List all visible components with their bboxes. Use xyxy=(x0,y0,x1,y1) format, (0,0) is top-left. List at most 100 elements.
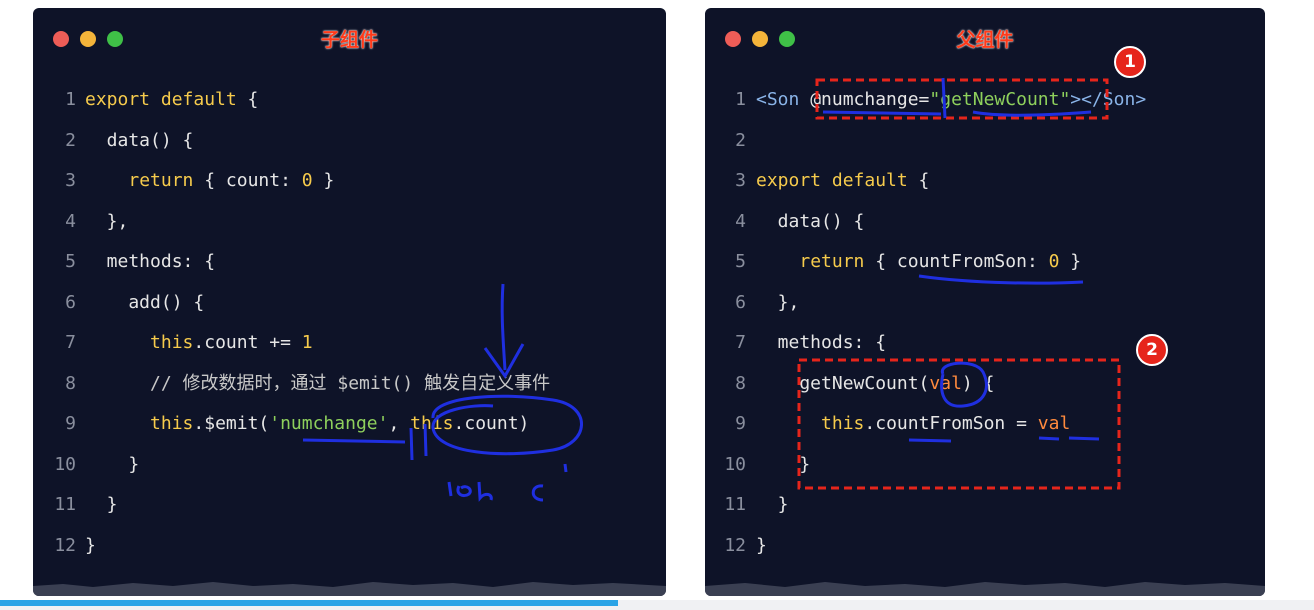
video-progress-bar[interactable] xyxy=(0,600,1314,610)
code-token: { countFromSon: xyxy=(864,251,1049,272)
line-number: 10 xyxy=(724,453,746,475)
code-line: 11 } xyxy=(705,485,1265,526)
line-number: 10 xyxy=(54,453,76,475)
code-line: 7 this.count += 1 xyxy=(33,323,666,364)
line-number: 2 xyxy=(65,129,76,151)
code-line: 2 data() { xyxy=(33,121,666,162)
decorative-wave xyxy=(33,582,666,596)
code-token: // 修改数据时，通过 $emit() 触发自定义事件 xyxy=(85,372,551,394)
code-line: 9 this.countFromSon = val xyxy=(705,404,1265,445)
parent-component-panel: 父组件 1 <Son @numchange="getNewCount"></Son… xyxy=(705,8,1265,596)
line-number: 9 xyxy=(735,413,746,434)
code-line: 1 <Son @numchange="getNewCount"></Son> xyxy=(705,80,1265,121)
code-token: 0 xyxy=(301,170,313,191)
line-number: 4 xyxy=(735,210,746,232)
line-number: 4 xyxy=(65,210,76,232)
code-token: @numchange= xyxy=(810,89,930,110)
code-token: , xyxy=(388,413,411,434)
decorative-wave xyxy=(705,582,1265,596)
code-token: return xyxy=(128,170,194,191)
code-block: 1 export default {2 data() {3 return { co… xyxy=(33,80,666,566)
code-token: add() { xyxy=(85,291,205,313)
code-line: 10 } xyxy=(705,445,1265,486)
code-token: { count: xyxy=(193,170,302,191)
line-number: 12 xyxy=(54,534,76,556)
code-token: } xyxy=(756,453,811,475)
line-number: 2 xyxy=(735,129,746,151)
code-line: 6 add() { xyxy=(33,283,666,324)
code-token: "getNewCount" xyxy=(929,89,1071,110)
code-token: <Son xyxy=(756,89,811,110)
callout-badge-1: 1 xyxy=(1114,46,1146,78)
code-token: data() { xyxy=(756,210,865,232)
code-token: { xyxy=(236,89,259,110)
video-progress-fill xyxy=(0,600,618,606)
code-token: methods: { xyxy=(85,251,216,272)
code-line: 4 }, xyxy=(33,202,666,243)
line-number: 7 xyxy=(65,332,76,353)
code-token: 'numchange' xyxy=(269,413,389,434)
line-number: 7 xyxy=(735,332,746,353)
code-token: } xyxy=(756,534,767,556)
code-token: }, xyxy=(756,291,800,313)
code-line: 10 } xyxy=(33,445,666,486)
panel-title: 父组件 xyxy=(956,29,1014,51)
code-token: ></Son> xyxy=(1070,89,1147,110)
line-number: 3 xyxy=(65,170,76,191)
line-number: 5 xyxy=(735,251,746,272)
code-token: methods: { xyxy=(756,332,887,353)
line-number: 5 xyxy=(65,251,76,272)
code-line: 7 methods: { xyxy=(705,323,1265,364)
code-token: .count) xyxy=(453,413,530,434)
code-token: export default xyxy=(756,170,908,191)
code-line: 6 }, xyxy=(705,283,1265,324)
code-line: 5 methods: { xyxy=(33,242,666,283)
code-line: 9 this.$emit('numchange', this.count) xyxy=(33,404,666,445)
code-token: } xyxy=(85,534,96,556)
line-number: 6 xyxy=(65,291,76,313)
panel-title: 子组件 xyxy=(320,29,378,51)
line-number: 11 xyxy=(54,494,76,515)
callout-badge-2: 2 xyxy=(1136,334,1168,366)
line-number: 9 xyxy=(65,413,76,434)
code-token: export default xyxy=(85,89,237,110)
code-token: ) { xyxy=(961,372,995,394)
line-number: 12 xyxy=(724,534,746,556)
line-number: 3 xyxy=(735,170,746,191)
code-token: }, xyxy=(85,210,129,232)
code-token: return xyxy=(799,251,865,272)
code-line: 11 } xyxy=(33,485,666,526)
code-block: 1 <Son @numchange="getNewCount"></Son> 2 3 e… xyxy=(705,80,1265,566)
line-number: 1 xyxy=(735,89,746,110)
code-line: 5 return { countFromSon: 0 } xyxy=(705,242,1265,283)
code-token: } xyxy=(85,453,140,475)
code-token: { xyxy=(907,170,930,191)
code-token: 1 xyxy=(301,332,313,353)
code-token: } xyxy=(1059,251,1082,272)
line-number: 11 xyxy=(724,494,746,515)
code-token: this xyxy=(150,413,194,434)
code-token: 0 xyxy=(1048,251,1060,272)
code-token: val xyxy=(929,372,962,394)
code-token: this xyxy=(150,332,194,353)
code-line: 2 xyxy=(705,121,1265,162)
code-line: 1 export default { xyxy=(33,80,666,121)
code-token: } xyxy=(312,170,335,191)
line-number: 8 xyxy=(65,372,76,394)
code-token: data() { xyxy=(85,129,194,151)
code-token: getNewCount( xyxy=(756,372,930,394)
code-line: 8 getNewCount(val) { xyxy=(705,364,1265,405)
line-number: 6 xyxy=(735,291,746,313)
code-line: 3 return { count: 0 } xyxy=(33,161,666,202)
code-token: } xyxy=(85,494,118,515)
code-token: .count += xyxy=(193,332,302,353)
code-token: } xyxy=(756,494,789,515)
code-line: 3 export default { xyxy=(705,161,1265,202)
code-token: .countFromSon = xyxy=(864,413,1038,434)
code-token: val xyxy=(1037,413,1071,434)
